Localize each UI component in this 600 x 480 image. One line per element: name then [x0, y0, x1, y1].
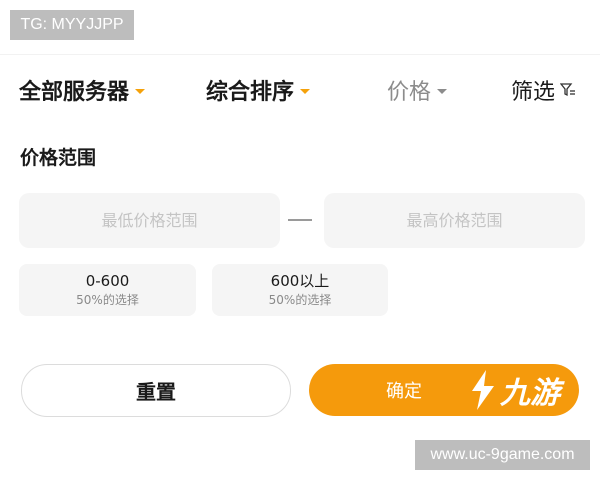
min-price-input[interactable]: [19, 193, 280, 248]
tab-label: 综合排序: [206, 80, 295, 105]
price-preset-600-plus[interactable]: 600以上 50%的选择: [212, 264, 388, 316]
site-overlay-label: www.uc-9game.com: [415, 440, 590, 470]
top-divider: [0, 54, 600, 55]
tab-label: 全部服务器: [19, 80, 130, 105]
caret-down-icon: [300, 88, 311, 94]
tg-overlay-label: TG: MYYJJPP: [10, 10, 134, 40]
preset-range: 600以上: [270, 272, 330, 290]
price-range-title: 价格范围: [20, 147, 97, 169]
watermark-text: 九游: [500, 376, 560, 411]
price-preset-0-600[interactable]: 0-600 50%的选择: [19, 264, 196, 316]
caret-down-icon: [437, 88, 448, 94]
tab-filter[interactable]: 筛选: [511, 70, 576, 110]
jiuyou-watermark: 九游: [466, 368, 560, 412]
filter-bar: 全部服务器 综合排序 价格 筛选: [0, 70, 600, 110]
preset-share: 50%的选择: [76, 293, 139, 307]
confirm-label: 确定: [386, 381, 422, 402]
funnel-icon: [560, 83, 576, 97]
range-dash: [288, 219, 312, 221]
reset-button[interactable]: 重置: [21, 364, 291, 417]
preset-range: 0-600: [85, 272, 130, 290]
tab-label: 筛选: [511, 80, 556, 105]
filter-panel: TG: MYYJJPP 全部服务器 综合排序 价格 筛选 价格范围 0-600: [0, 0, 600, 430]
max-price-input[interactable]: [324, 193, 585, 248]
preset-share: 50%的选择: [268, 293, 332, 307]
tab-sort[interactable]: 综合排序: [206, 70, 311, 110]
tab-label: 价格: [387, 80, 432, 105]
caret-down-icon: [135, 88, 146, 94]
lightning-bolt-icon: [472, 370, 494, 410]
tab-price[interactable]: 价格: [387, 70, 448, 110]
tab-all-servers[interactable]: 全部服务器: [19, 70, 146, 110]
